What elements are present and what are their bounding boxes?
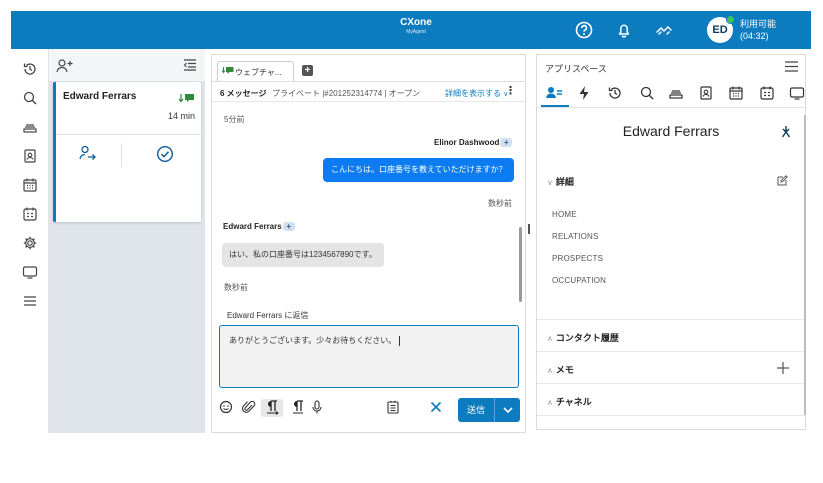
agent-status[interactable]: 利用可能 (04:32) xyxy=(740,18,776,42)
conversation-list: Edward Ferrars 14 min xyxy=(49,49,205,433)
monitor-icon[interactable] xyxy=(789,85,805,101)
tab-customer-card[interactable] xyxy=(545,85,562,101)
customer-sender-name: Edward Ferrars + xyxy=(223,222,295,232)
notes-icon[interactable] xyxy=(386,399,400,415)
show-details-link[interactable]: 詳細を表示する ∨ xyxy=(445,88,508,99)
details-section-header[interactable]: ∨ 詳細 xyxy=(547,175,574,188)
top-bar: CXone MyAgent ED 利用可能 (04:32) xyxy=(11,11,811,49)
left-navigation xyxy=(11,49,49,433)
contact-history-section-header[interactable]: ∧ コンタクト履歴 xyxy=(547,331,619,344)
contacts-icon[interactable] xyxy=(698,85,714,101)
contacts-icon[interactable] xyxy=(22,148,38,164)
chat-panel: ウェブチャ... + 6 メッセージ プライベート |#201252314774… xyxy=(211,54,526,433)
text-caret xyxy=(399,335,401,346)
connection-icon[interactable] xyxy=(654,20,674,40)
settings-icon[interactable] xyxy=(22,235,38,251)
more-options-icon[interactable]: ⋮ xyxy=(505,86,516,97)
search-icon[interactable] xyxy=(22,90,38,106)
queue-icon[interactable] xyxy=(668,85,684,101)
collapse-list-icon[interactable] xyxy=(183,59,197,71)
chat-channel-icon xyxy=(179,93,195,105)
panel-resize-handle[interactable] xyxy=(528,224,530,234)
emoji-icon[interactable] xyxy=(219,399,233,415)
microphone-icon[interactable] xyxy=(310,399,324,415)
detail-field-occupation: OCCUPATION xyxy=(552,276,607,285)
section-divider xyxy=(537,415,805,416)
chat-channel-icon xyxy=(222,66,234,76)
sender-badge-icon: + xyxy=(500,138,513,148)
chevron-down-icon: ∨ xyxy=(547,178,553,187)
reply-input[interactable]: ありがとうございます。少々お待ちください。 xyxy=(219,325,519,388)
schedule-icon[interactable] xyxy=(22,206,38,222)
queue-icon[interactable] xyxy=(22,119,38,135)
attachment-icon[interactable] xyxy=(242,399,256,415)
history-icon[interactable] xyxy=(22,61,38,77)
brand-logo: CXone MyAgent xyxy=(400,17,432,35)
tab-web-chat[interactable]: ウェブチャ... xyxy=(217,61,294,81)
history-icon[interactable] xyxy=(607,85,623,101)
tab-label: ウェブチャ... xyxy=(235,68,282,77)
discard-close-icon[interactable] xyxy=(429,399,443,415)
message-timestamp: 5分前 xyxy=(224,115,245,124)
available-status-dot xyxy=(726,15,735,24)
chevron-up-icon: ∧ xyxy=(547,366,553,375)
complete-check-icon[interactable] xyxy=(156,145,174,163)
contact-name: Edward Ferrars xyxy=(622,123,720,139)
section-divider xyxy=(537,319,805,320)
add-tab-button[interactable]: + xyxy=(302,65,313,76)
paragraph-format-icon[interactable] xyxy=(265,399,279,415)
chevron-up-icon: ∧ xyxy=(547,398,553,407)
lightning-icon[interactable] xyxy=(576,85,592,101)
status-label: 利用可能 xyxy=(740,19,777,29)
sender-badge-icon: + xyxy=(282,222,295,232)
menu-icon[interactable] xyxy=(22,293,38,309)
card-actions xyxy=(56,134,201,172)
schedule-icon[interactable] xyxy=(759,85,775,101)
customer-message-bubble: はい、私の口座番号は1234567890です。 xyxy=(222,243,384,267)
detail-field-home: HOME xyxy=(552,210,577,219)
card-contact-name: Edward Ferrars xyxy=(63,91,137,102)
app-space-title: アプリスペース xyxy=(545,64,607,74)
add-note-plus-icon[interactable] xyxy=(777,362,789,374)
monitor-icon[interactable] xyxy=(22,264,38,280)
conversation-info-bar: 6 メッセージ プライベート |#201252314774 | オープン 詳細を… xyxy=(212,81,525,102)
agent-sender-name: Elinor Dashwood + xyxy=(434,138,513,148)
help-icon[interactable] xyxy=(574,20,594,40)
send-label: 送信 xyxy=(466,405,485,415)
conversation-card[interactable]: Edward Ferrars 14 min xyxy=(53,82,201,222)
app-space-panel: アプリスペース Edward Ferrars ∨ 詳細 HOME RELATION… xyxy=(536,54,806,430)
card-elapsed-time: 14 min xyxy=(167,111,195,121)
detail-field-relations: RELATIONS xyxy=(552,232,599,241)
message-timestamp: 数秒前 xyxy=(488,199,512,208)
conversation-list-header xyxy=(49,49,205,81)
edit-icon[interactable] xyxy=(777,175,788,186)
detail-field-prospects: PROSPECTS xyxy=(552,254,604,263)
status-timer: (04:32) xyxy=(740,31,769,41)
tab-divider xyxy=(537,107,805,108)
agent-message-bubble: こんにちは。口座番号を教えていただけますか？ xyxy=(323,158,514,182)
notes-section-header[interactable]: ∧ メモ xyxy=(547,363,574,376)
chat-scrollbar[interactable] xyxy=(519,227,522,302)
card-action-divider xyxy=(121,143,122,167)
send-button[interactable]: 送信 xyxy=(458,398,520,422)
send-options-chevron-down-icon[interactable] xyxy=(494,398,520,422)
message-count: 6 メッセージ xyxy=(220,89,267,98)
calendar-icon[interactable] xyxy=(22,177,38,193)
add-contact-icon[interactable] xyxy=(56,58,74,74)
menu-icon[interactable] xyxy=(785,61,798,72)
section-divider xyxy=(537,383,805,384)
bell-icon[interactable] xyxy=(614,20,634,40)
channels-section-header[interactable]: ∧ チャネル xyxy=(547,395,592,408)
search-icon[interactable] xyxy=(639,85,655,101)
reply-to-label: Edward Ferrars に返信 xyxy=(227,311,309,320)
app-space-scrollbar[interactable] xyxy=(804,115,806,415)
pin-icon[interactable] xyxy=(780,125,792,139)
section-divider xyxy=(537,351,805,352)
conversation-info: プライベート |#201252314774 | オープン xyxy=(272,89,421,98)
message-timestamp: 数秒前 xyxy=(224,283,248,292)
transfer-icon[interactable] xyxy=(79,145,97,161)
paragraph-rtl-icon[interactable] xyxy=(291,399,305,415)
calendar-icon[interactable] xyxy=(728,85,744,101)
chevron-up-icon: ∧ xyxy=(547,334,553,343)
